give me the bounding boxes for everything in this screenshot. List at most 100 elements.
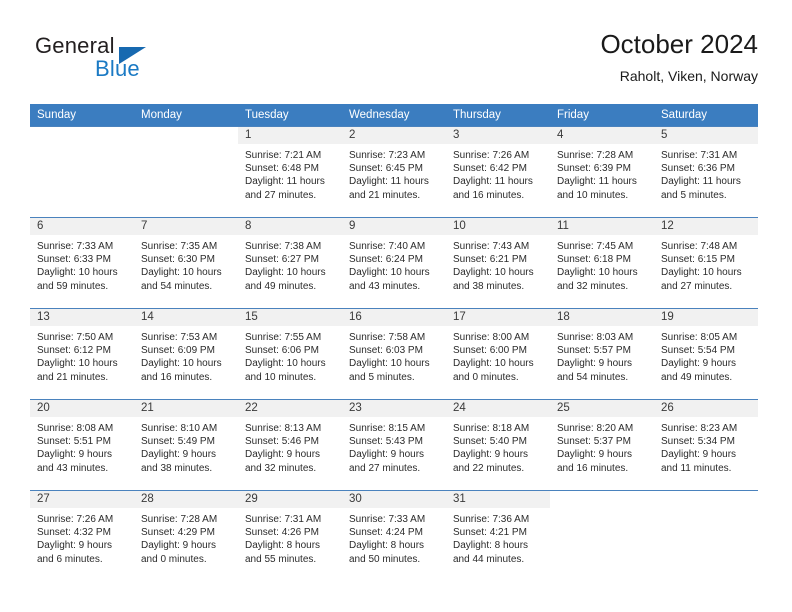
calendar-day-cell[interactable]: 22 Sunrise: 8:13 AM Sunset: 5:46 PM Dayligh… (238, 399, 342, 491)
daylight-text: Daylight: 9 hours and 16 minutes. (557, 449, 633, 474)
calendar-header-row: Sunday Monday Tuesday Wednesday Thursday… (30, 104, 758, 127)
calendar-day-cell[interactable]: 28 Sunrise: 7:28 AM Sunset: 4:29 PM Dayligh… (134, 490, 238, 581)
calendar-cell-empty (134, 126, 238, 218)
calendar-day-cell[interactable]: 13 Sunrise: 7:50 AM Sunset: 6:12 PM Dayligh… (30, 308, 134, 400)
calendar-day-cell[interactable]: 30 Sunrise: 7:33 AM Sunset: 4:24 PM Dayligh… (342, 490, 446, 581)
calendar-day-cell[interactable]: 10 Sunrise: 7:43 AM Sunset: 6:21 PM Dayligh… (446, 217, 550, 309)
day-sun-info: Sunrise: 7:58 AM Sunset: 6:03 PM Daylight:… (342, 326, 446, 384)
day-number: 28 (134, 491, 238, 508)
daylight-text: Daylight: 10 hours and 10 minutes. (245, 358, 326, 383)
sunrise-text: Sunrise: 7:31 AM (661, 150, 738, 161)
day-number: 9 (342, 218, 446, 235)
calendar-day-cell[interactable]: 3 Sunrise: 7:26 AM Sunset: 6:42 PM Daylight… (446, 126, 550, 218)
day-sun-info: Sunrise: 7:23 AM Sunset: 6:45 PM Daylight:… (342, 144, 446, 202)
day-sun-info: Sunrise: 7:50 AM Sunset: 6:12 PM Daylight:… (30, 326, 134, 384)
sunrise-text: Sunrise: 7:38 AM (245, 241, 322, 252)
day-number: 7 (134, 218, 238, 235)
day-sun-info: Sunrise: 7:31 AM Sunset: 4:26 PM Daylight:… (238, 508, 342, 566)
sunrise-text: Sunrise: 7:58 AM (349, 332, 426, 343)
daylight-text: Daylight: 9 hours and 49 minutes. (661, 358, 737, 383)
calendar-day-cell[interactable]: 23 Sunrise: 8:15 AM Sunset: 5:43 PM Dayligh… (342, 399, 446, 491)
calendar-day-cell[interactable]: 14 Sunrise: 7:53 AM Sunset: 6:09 PM Dayligh… (134, 308, 238, 400)
daylight-text: Daylight: 10 hours and 49 minutes. (245, 267, 326, 292)
calendar-day-cell[interactable]: 1 Sunrise: 7:21 AM Sunset: 6:48 PM Daylight… (238, 126, 342, 218)
calendar-day-cell[interactable]: 26 Sunrise: 8:23 AM Sunset: 5:34 PM Dayligh… (654, 399, 758, 491)
calendar-day-cell[interactable]: 29 Sunrise: 7:31 AM Sunset: 4:26 PM Dayligh… (238, 490, 342, 581)
sunset-text: Sunset: 5:46 PM (245, 436, 319, 448)
calendar-page: General Blue October 2024 Raholt, Viken,… (0, 0, 792, 612)
day-sun-info: Sunrise: 7:38 AM Sunset: 6:27 PM Daylight:… (238, 235, 342, 293)
calendar-day-cell[interactable]: 6 Sunrise: 7:33 AM Sunset: 6:33 PM Daylight… (30, 217, 134, 309)
calendar-cell-empty (30, 126, 134, 218)
daylight-text: Daylight: 9 hours and 22 minutes. (453, 449, 529, 474)
sunset-text: Sunset: 6:21 PM (453, 254, 527, 266)
sunset-text: Sunset: 6:24 PM (349, 254, 423, 266)
day-sun-info: Sunrise: 8:18 AM Sunset: 5:40 PM Daylight:… (446, 417, 550, 475)
calendar-cell-empty (654, 490, 758, 581)
calendar-body: 1 Sunrise: 7:21 AM Sunset: 6:48 PM Daylight… (30, 126, 758, 581)
daylight-text: Daylight: 11 hours and 27 minutes. (245, 176, 325, 201)
sunrise-text: Sunrise: 7:50 AM (37, 332, 114, 343)
sunrise-text: Sunrise: 7:48 AM (661, 241, 738, 252)
day-sun-info: Sunrise: 7:45 AM Sunset: 6:18 PM Daylight:… (550, 235, 654, 293)
calendar-day-cell[interactable]: 25 Sunrise: 8:20 AM Sunset: 5:37 PM Dayligh… (550, 399, 654, 491)
calendar-day-cell[interactable]: 9 Sunrise: 7:40 AM Sunset: 6:24 PM Daylight… (342, 217, 446, 309)
day-number: 1 (238, 127, 342, 144)
calendar-day-cell[interactable]: 2 Sunrise: 7:23 AM Sunset: 6:45 PM Daylight… (342, 126, 446, 218)
sunrise-text: Sunrise: 8:20 AM (557, 423, 634, 434)
day-sun-info: Sunrise: 7:55 AM Sunset: 6:06 PM Daylight:… (238, 326, 342, 384)
day-number: 14 (134, 309, 238, 326)
day-number: 13 (30, 309, 134, 326)
day-sun-info: Sunrise: 7:33 AM Sunset: 6:33 PM Daylight:… (30, 235, 134, 293)
sunrise-text: Sunrise: 7:45 AM (557, 241, 634, 252)
calendar-day-cell[interactable]: 11 Sunrise: 7:45 AM Sunset: 6:18 PM Dayligh… (550, 217, 654, 309)
calendar-day-cell[interactable]: 4 Sunrise: 7:28 AM Sunset: 6:39 PM Daylight… (550, 126, 654, 218)
sunset-text: Sunset: 4:29 PM (141, 527, 215, 539)
calendar-day-cell[interactable]: 19 Sunrise: 8:05 AM Sunset: 5:54 PM Dayligh… (654, 308, 758, 400)
sunrise-text: Sunrise: 8:18 AM (453, 423, 530, 434)
day-number: 17 (446, 309, 550, 326)
sunset-text: Sunset: 5:34 PM (661, 436, 735, 448)
day-sun-info: Sunrise: 8:23 AM Sunset: 5:34 PM Daylight:… (654, 417, 758, 475)
sunrise-text: Sunrise: 7:33 AM (37, 241, 114, 252)
sunset-text: Sunset: 5:54 PM (661, 345, 735, 357)
calendar-day-cell[interactable]: 15 Sunrise: 7:55 AM Sunset: 6:06 PM Dayligh… (238, 308, 342, 400)
day-number: 25 (550, 400, 654, 417)
calendar-day-cell[interactable]: 27 Sunrise: 7:26 AM Sunset: 4:32 PM Dayligh… (30, 490, 134, 581)
day-number (654, 491, 758, 508)
sunset-text: Sunset: 5:57 PM (557, 345, 631, 357)
sunrise-text: Sunrise: 8:23 AM (661, 423, 738, 434)
calendar-day-cell[interactable]: 12 Sunrise: 7:48 AM Sunset: 6:15 PM Dayligh… (654, 217, 758, 309)
daylight-text: Daylight: 8 hours and 44 minutes. (453, 540, 529, 565)
day-sun-info: Sunrise: 7:35 AM Sunset: 6:30 PM Daylight:… (134, 235, 238, 293)
day-sun-info: Sunrise: 8:15 AM Sunset: 5:43 PM Daylight:… (342, 417, 446, 475)
daylight-text: Daylight: 10 hours and 0 minutes. (453, 358, 534, 383)
day-sun-info: Sunrise: 8:05 AM Sunset: 5:54 PM Daylight:… (654, 326, 758, 384)
calendar-day-cell[interactable]: 20 Sunrise: 8:08 AM Sunset: 5:51 PM Dayligh… (30, 399, 134, 491)
daylight-text: Daylight: 9 hours and 11 minutes. (661, 449, 737, 474)
page-header: General Blue October 2024 Raholt, Viken,… (30, 28, 758, 96)
sunset-text: Sunset: 5:40 PM (453, 436, 527, 448)
calendar-day-cell[interactable]: 24 Sunrise: 8:18 AM Sunset: 5:40 PM Dayligh… (446, 399, 550, 491)
sunset-text: Sunset: 5:37 PM (557, 436, 631, 448)
day-sun-info: Sunrise: 7:40 AM Sunset: 6:24 PM Daylight:… (342, 235, 446, 293)
day-sun-info: Sunrise: 7:43 AM Sunset: 6:21 PM Daylight:… (446, 235, 550, 293)
day-sun-info: Sunrise: 8:10 AM Sunset: 5:49 PM Daylight:… (134, 417, 238, 475)
calendar-day-cell[interactable]: 17 Sunrise: 8:00 AM Sunset: 6:00 PM Dayligh… (446, 308, 550, 400)
sunrise-text: Sunrise: 8:03 AM (557, 332, 634, 343)
calendar-day-cell[interactable]: 7 Sunrise: 7:35 AM Sunset: 6:30 PM Daylight… (134, 217, 238, 309)
calendar-day-cell[interactable]: 16 Sunrise: 7:58 AM Sunset: 6:03 PM Dayligh… (342, 308, 446, 400)
daylight-text: Daylight: 9 hours and 0 minutes. (141, 540, 217, 565)
calendar-day-cell[interactable]: 8 Sunrise: 7:38 AM Sunset: 6:27 PM Daylight… (238, 217, 342, 309)
daylight-text: Daylight: 10 hours and 43 minutes. (349, 267, 430, 292)
daylight-text: Daylight: 11 hours and 5 minutes. (661, 176, 741, 201)
general-blue-logo[interactable]: General Blue (35, 33, 265, 91)
day-number: 26 (654, 400, 758, 417)
day-number: 27 (30, 491, 134, 508)
calendar-day-cell[interactable]: 18 Sunrise: 8:03 AM Sunset: 5:57 PM Dayligh… (550, 308, 654, 400)
day-number: 16 (342, 309, 446, 326)
calendar-day-cell[interactable]: 5 Sunrise: 7:31 AM Sunset: 6:36 PM Daylight… (654, 126, 758, 218)
calendar-day-cell[interactable]: 31 Sunrise: 7:36 AM Sunset: 4:21 PM Dayligh… (446, 490, 550, 581)
sunset-text: Sunset: 4:26 PM (245, 527, 319, 539)
calendar-day-cell[interactable]: 21 Sunrise: 8:10 AM Sunset: 5:49 PM Dayligh… (134, 399, 238, 491)
